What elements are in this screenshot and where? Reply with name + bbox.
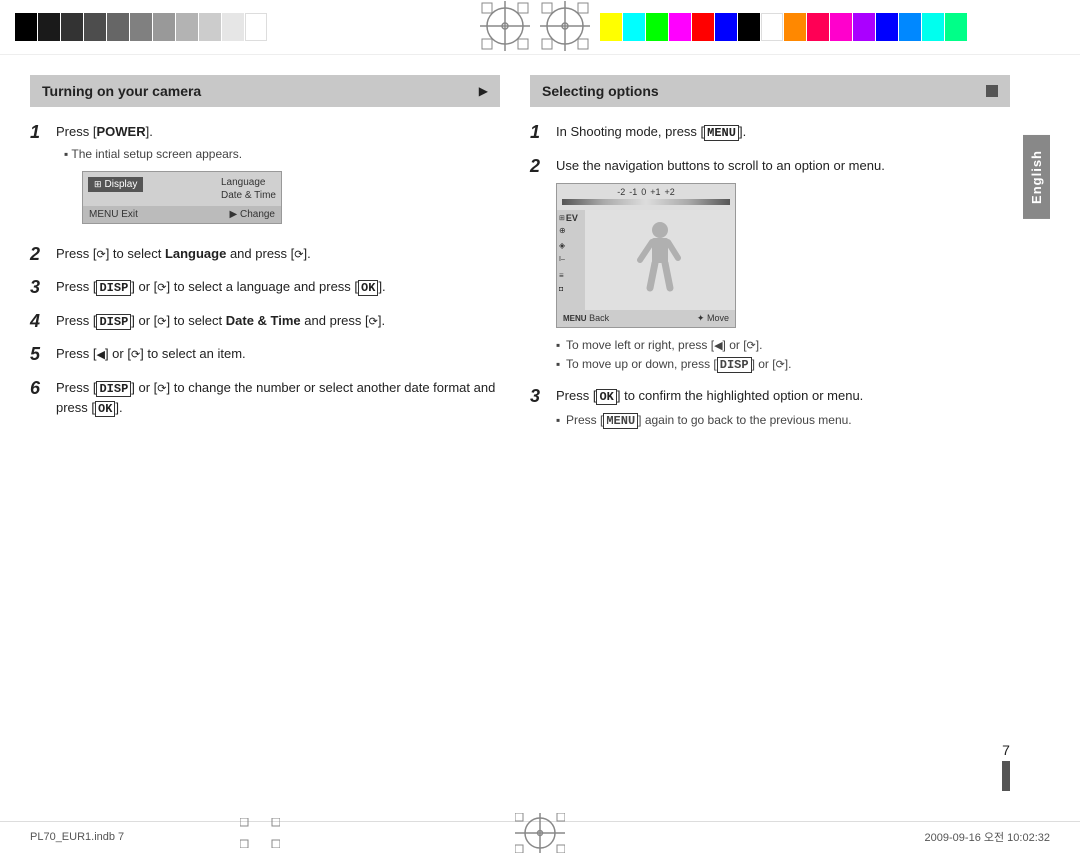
menu-exit-label: MENU Exit <box>89 209 138 220</box>
step-2: 2 Press [⟳] to select Language and press… <box>30 244 500 266</box>
camera-move-label: ✦ Move <box>697 313 729 324</box>
right-step-2-content: Use the navigation buttons to scroll to … <box>556 156 1010 374</box>
step-3-number: 3 <box>30 277 50 299</box>
black-gradient-bars <box>0 3 282 51</box>
bottom-crosshair-left-icon <box>240 818 280 851</box>
right-step-3: 3 Press [OK] to confirm the highlighted … <box>530 386 1010 430</box>
step-6: 6 Press [DISP] or [⟳] to change the numb… <box>30 378 500 418</box>
step-5: 5 Press [◀] or [⟳] to select an item. <box>30 344 500 366</box>
right-step-1: 1 In Shooting mode, press [MENU]. <box>530 122 1010 144</box>
step-2-content: Press [⟳] to select Language and press [… <box>56 244 500 264</box>
step-3-content: Press [DISP] or [⟳] to select a language… <box>56 277 500 297</box>
step-5-content: Press [◀] or [⟳] to select an item. <box>56 344 500 364</box>
file-info: PL70_EUR1.indb 7 <box>30 831 124 843</box>
step-4-content: Press [DISP] or [⟳] to select Date & Tim… <box>56 311 500 331</box>
step-5-number: 5 <box>30 344 50 366</box>
bullet-move-ud: To move up or down, press [DISP] or [⟳]. <box>556 355 1010 374</box>
right-step-2: 2 Use the navigation buttons to scroll t… <box>530 156 1010 374</box>
step-4-number: 4 <box>30 311 50 333</box>
english-tab: English <box>1022 135 1050 219</box>
right-section-title: Selecting options <box>542 83 659 99</box>
square-stop-icon <box>986 85 998 97</box>
page-number: 7 <box>1002 742 1010 758</box>
step-4: 4 Press [DISP] or [⟳] to select Date & T… <box>30 311 500 333</box>
page-marker <box>1002 761 1010 791</box>
step-6-number: 6 <box>30 378 50 400</box>
left-section-header: Turning on your camera ▶ <box>30 75 500 107</box>
step-2-bullets: To move left or right, press [◀] or [⟳].… <box>556 336 1010 374</box>
color-bars <box>600 13 1080 41</box>
page-number-area: 7 <box>1002 742 1010 791</box>
right-column: Selecting options 1 In Shooting mode, pr… <box>520 75 1050 811</box>
bullet-menu-back: Press [MENU] again to go back to the pre… <box>556 411 1010 430</box>
step-6-content: Press [DISP] or [⟳] to change the number… <box>56 378 500 418</box>
camera-screen-mockup: -2 -1 0 +1 +2 ⊞ EV <box>556 183 736 328</box>
step-1: 1 Press [POWER]. The intial setup screen… <box>30 122 500 232</box>
date-info: 2009-09-16 오전 10:02:32 <box>925 829 1050 845</box>
right-step-1-number: 1 <box>530 122 550 144</box>
main-content: Turning on your camera ▶ 1 Press [POWER]… <box>0 55 1080 821</box>
page-footer: PL70_EUR1.indb 7 2009-09-16 오전 10:02:32 <box>0 821 1080 851</box>
step-3-bullets: Press [MENU] again to go back to the pre… <box>556 411 1010 430</box>
setup-screen-mockup: ⊞ Display Language Date & Time MENU Exit… <box>82 171 282 224</box>
bottom-crosshair-center-icon <box>515 813 565 856</box>
camera-sidebar-icons: ⊞ EV ⊕ ◈ I– ≡ ◘ <box>557 210 585 310</box>
right-step-1-content: In Shooting mode, press [MENU]. <box>556 122 1010 142</box>
right-step-3-number: 3 <box>530 386 550 408</box>
crosshair-left-icon <box>480 1 530 54</box>
camera-back-label: MENU Back <box>563 313 609 324</box>
setup-options: Language Date & Time <box>221 177 276 201</box>
step-1-content: Press [POWER]. The intial setup screen a… <box>56 122 500 232</box>
camera-main-view <box>585 210 735 310</box>
crosshair-right-icon <box>540 1 590 54</box>
display-button: ⊞ Display <box>88 177 143 192</box>
person-silhouette <box>635 220 685 300</box>
left-section-title: Turning on your camera <box>42 83 201 99</box>
step-2-number: 2 <box>30 244 50 266</box>
left-column: Turning on your camera ▶ 1 Press [POWER]… <box>30 75 520 811</box>
bullet-move-lr: To move left or right, press [◀] or [⟳]. <box>556 336 1010 355</box>
step-3: 3 Press [DISP] or [⟳] to select a langua… <box>30 277 500 299</box>
step-1-number: 1 <box>30 122 50 144</box>
setup-footer: MENU Exit ▶ Change <box>83 206 281 223</box>
change-label: ▶ Change <box>230 209 276 220</box>
top-color-bar <box>0 0 1080 55</box>
arrow-right-icon: ▶ <box>479 84 488 98</box>
english-tab-label: English <box>1023 135 1050 219</box>
right-section-header: Selecting options <box>530 75 1010 107</box>
right-step-3-content: Press [OK] to confirm the highlighted op… <box>556 386 1010 430</box>
camera-screen-footer: MENU Back ✦ Move <box>557 310 735 327</box>
right-step-2-number: 2 <box>530 156 550 178</box>
